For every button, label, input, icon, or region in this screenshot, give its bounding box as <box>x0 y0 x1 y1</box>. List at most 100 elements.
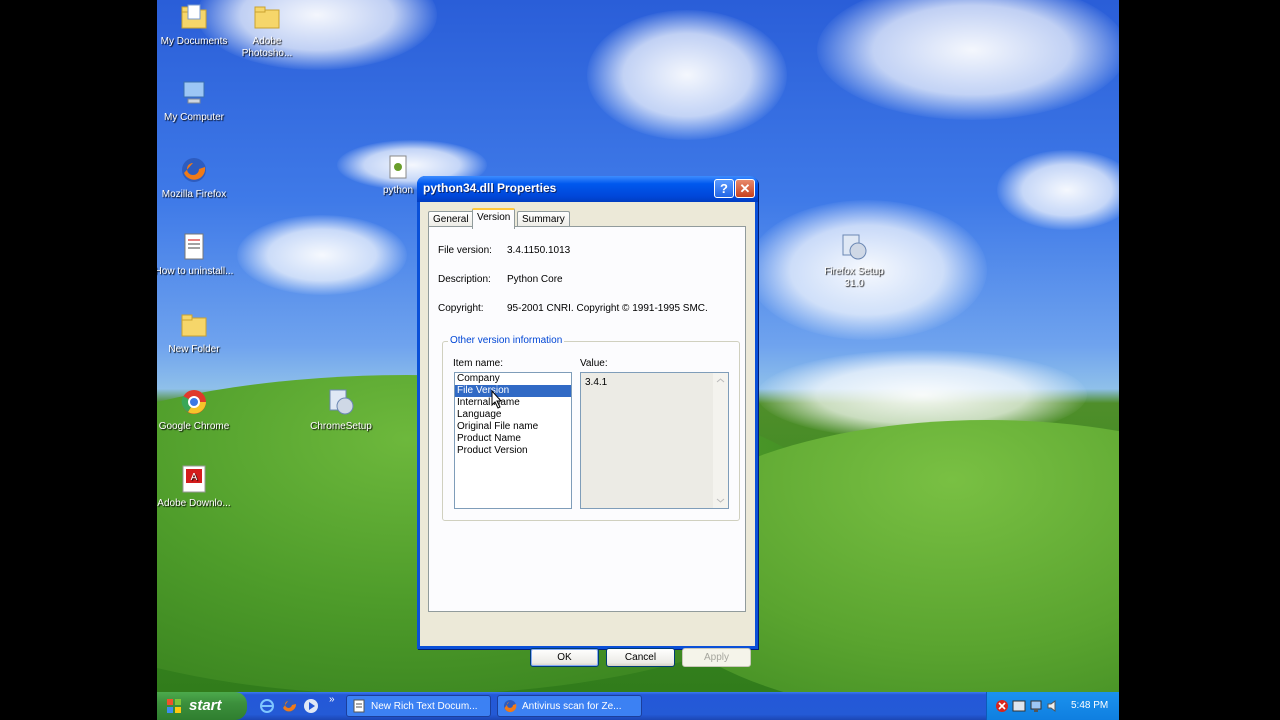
installer-icon <box>326 387 356 417</box>
tab-version[interactable]: Version <box>472 208 516 229</box>
clock[interactable]: 5:48 PM <box>1071 700 1108 711</box>
help-icon: ? <box>720 181 728 196</box>
list-item[interactable]: Product Version <box>455 445 571 457</box>
tab-summary[interactable]: Summary <box>517 211 570 227</box>
system-tray: 5:48 PM <box>986 692 1119 720</box>
desktop-icon-python[interactable]: python <box>373 155 423 197</box>
folder-icon <box>252 2 282 32</box>
ok-button[interactable]: OK <box>530 648 599 667</box>
desktop-icon-my-computer[interactable]: My Computer <box>157 78 234 124</box>
windows-logo-icon <box>167 699 181 713</box>
taskbar-item-antivirus-scan[interactable]: Antivirus scan for Ze... <box>497 695 642 717</box>
dialog-title: python34.dll Properties <box>423 181 557 195</box>
icon-label: ChromeSetup <box>310 421 372 432</box>
media-player-icon[interactable] <box>303 698 319 714</box>
item-name-list[interactable]: Company File Version Internal Name Langu… <box>454 372 572 509</box>
file-version-label: File version: <box>438 245 492 256</box>
chrome-icon <box>179 387 209 417</box>
icon-label: My Documents <box>160 36 228 47</box>
list-item[interactable]: Original File name <box>455 421 571 433</box>
value-scrollbar[interactable] <box>713 373 728 508</box>
icon-label: python <box>382 185 414 196</box>
button-label: Apply <box>703 652 729 663</box>
close-icon: ✕ <box>739 181 751 196</box>
button-label: OK <box>557 652 572 663</box>
document-icon <box>353 699 365 713</box>
value-textbox[interactable]: 3.4.1 <box>580 372 729 509</box>
icon-label: Mozilla Firefox <box>161 189 227 200</box>
other-version-info-group: Other version information Item name: Val… <box>442 335 740 521</box>
start-button[interactable]: start <box>157 692 247 720</box>
close-button[interactable]: ✕ <box>735 179 755 198</box>
tab-label: Summary <box>522 214 565 225</box>
cloud <box>237 215 407 295</box>
file-version-value: 3.4.1150.1013 <box>507 245 571 256</box>
desktop-icon-adobe-photoshop[interactable]: Adobe Photosho... <box>227 2 307 60</box>
tab-label: Version <box>477 212 511 223</box>
description-label: Description: <box>438 274 491 285</box>
taskbar: start » New Rich Text Docum... Antivirus… <box>157 692 1119 720</box>
icon-label: Adobe Downlo... <box>157 498 231 509</box>
list-item-selected[interactable]: File Version <box>455 385 571 397</box>
security-alert-icon[interactable] <box>995 699 1009 713</box>
desktop-icon-mozilla-firefox[interactable]: Mozilla Firefox <box>157 155 234 201</box>
help-button[interactable]: ? <box>714 179 734 198</box>
firefox-icon <box>504 700 517 713</box>
start-label: start <box>189 697 222 714</box>
network-icon[interactable] <box>1029 699 1043 713</box>
desktop-icon-adobe-download[interactable]: A Adobe Downlo... <box>157 464 234 510</box>
copyright-value: 95-2001 CNRI. Copyright © 1991-1995 SMC. <box>507 303 708 314</box>
desktop-icon-new-folder[interactable]: New Folder <box>157 310 234 356</box>
taskbar-item-label: Antivirus scan for Ze... <box>522 701 622 712</box>
apply-button[interactable]: Apply <box>682 648 751 667</box>
folder-icon <box>179 310 209 340</box>
list-item[interactable]: Company <box>455 373 571 385</box>
volume-icon[interactable] <box>1046 699 1060 713</box>
description-value: Python Core <box>507 274 563 285</box>
mouse-cursor-icon <box>491 390 503 409</box>
tab-label: General <box>433 214 469 225</box>
list-item[interactable]: Product Name <box>455 433 571 445</box>
adobe-icon: A <box>179 464 209 494</box>
icon-label: Adobe Photosho... <box>241 36 293 59</box>
cloud <box>817 0 1119 120</box>
properties-dialog: python34.dll Properties ? ✕ General Vers… <box>417 176 758 667</box>
desktop-icon-firefox-setup[interactable]: Firefox Setup 31.0 <box>814 232 894 290</box>
cloud <box>587 10 787 140</box>
dialog-body: General Version Summary File version: 3.… <box>420 202 755 667</box>
tab-general[interactable]: General <box>428 211 474 227</box>
button-label: Cancel <box>624 652 657 663</box>
cloud <box>997 150 1119 230</box>
icon-label: New Folder <box>168 344 220 355</box>
taskbar-item-rich-text-document[interactable]: New Rich Text Docum... <box>346 695 491 717</box>
icon-label: How to uninstall... <box>157 266 234 277</box>
taskbar-item-label: New Rich Text Docum... <box>371 701 478 712</box>
ie-icon[interactable] <box>259 698 275 714</box>
desktop-icon-chromesetup[interactable]: ChromeSetup <box>301 387 381 433</box>
cancel-button[interactable]: Cancel <box>606 648 675 667</box>
firefox-icon <box>179 155 209 185</box>
group-title: Other version information <box>448 335 565 346</box>
firefox-quicklaunch-icon[interactable] <box>281 698 297 714</box>
quicklaunch-expand-icon[interactable]: » <box>329 694 335 705</box>
svg-text:A: A <box>191 472 198 483</box>
icon-label: My Computer <box>163 112 224 123</box>
desktop-icon-google-chrome[interactable]: Google Chrome <box>157 387 234 433</box>
version-panel: File version: 3.4.1150.1013 Description:… <box>428 226 746 612</box>
desktop-icon-how-to-uninstall[interactable]: How to uninstall... <box>157 232 234 278</box>
value-label: Value: <box>580 358 608 369</box>
value-text: 3.4.1 <box>585 377 608 388</box>
icon-label: Google Chrome <box>158 421 230 432</box>
folder-icon <box>179 2 209 32</box>
icon-label: Firefox Setup 31.0 <box>824 266 884 289</box>
copyright-label: Copyright: <box>438 303 484 314</box>
dll-file-icon <box>388 155 408 181</box>
list-item[interactable]: Internal Name <box>455 397 571 409</box>
item-name-label: Item name: <box>453 358 504 369</box>
vmware-icon[interactable] <box>1012 699 1026 713</box>
dialog-titlebar[interactable]: python34.dll Properties ? ✕ <box>417 176 758 202</box>
desktop-icon-my-documents[interactable]: My Documents <box>157 2 234 48</box>
document-icon <box>179 232 209 262</box>
list-item[interactable]: Language <box>455 409 571 421</box>
installer-icon <box>839 232 869 262</box>
